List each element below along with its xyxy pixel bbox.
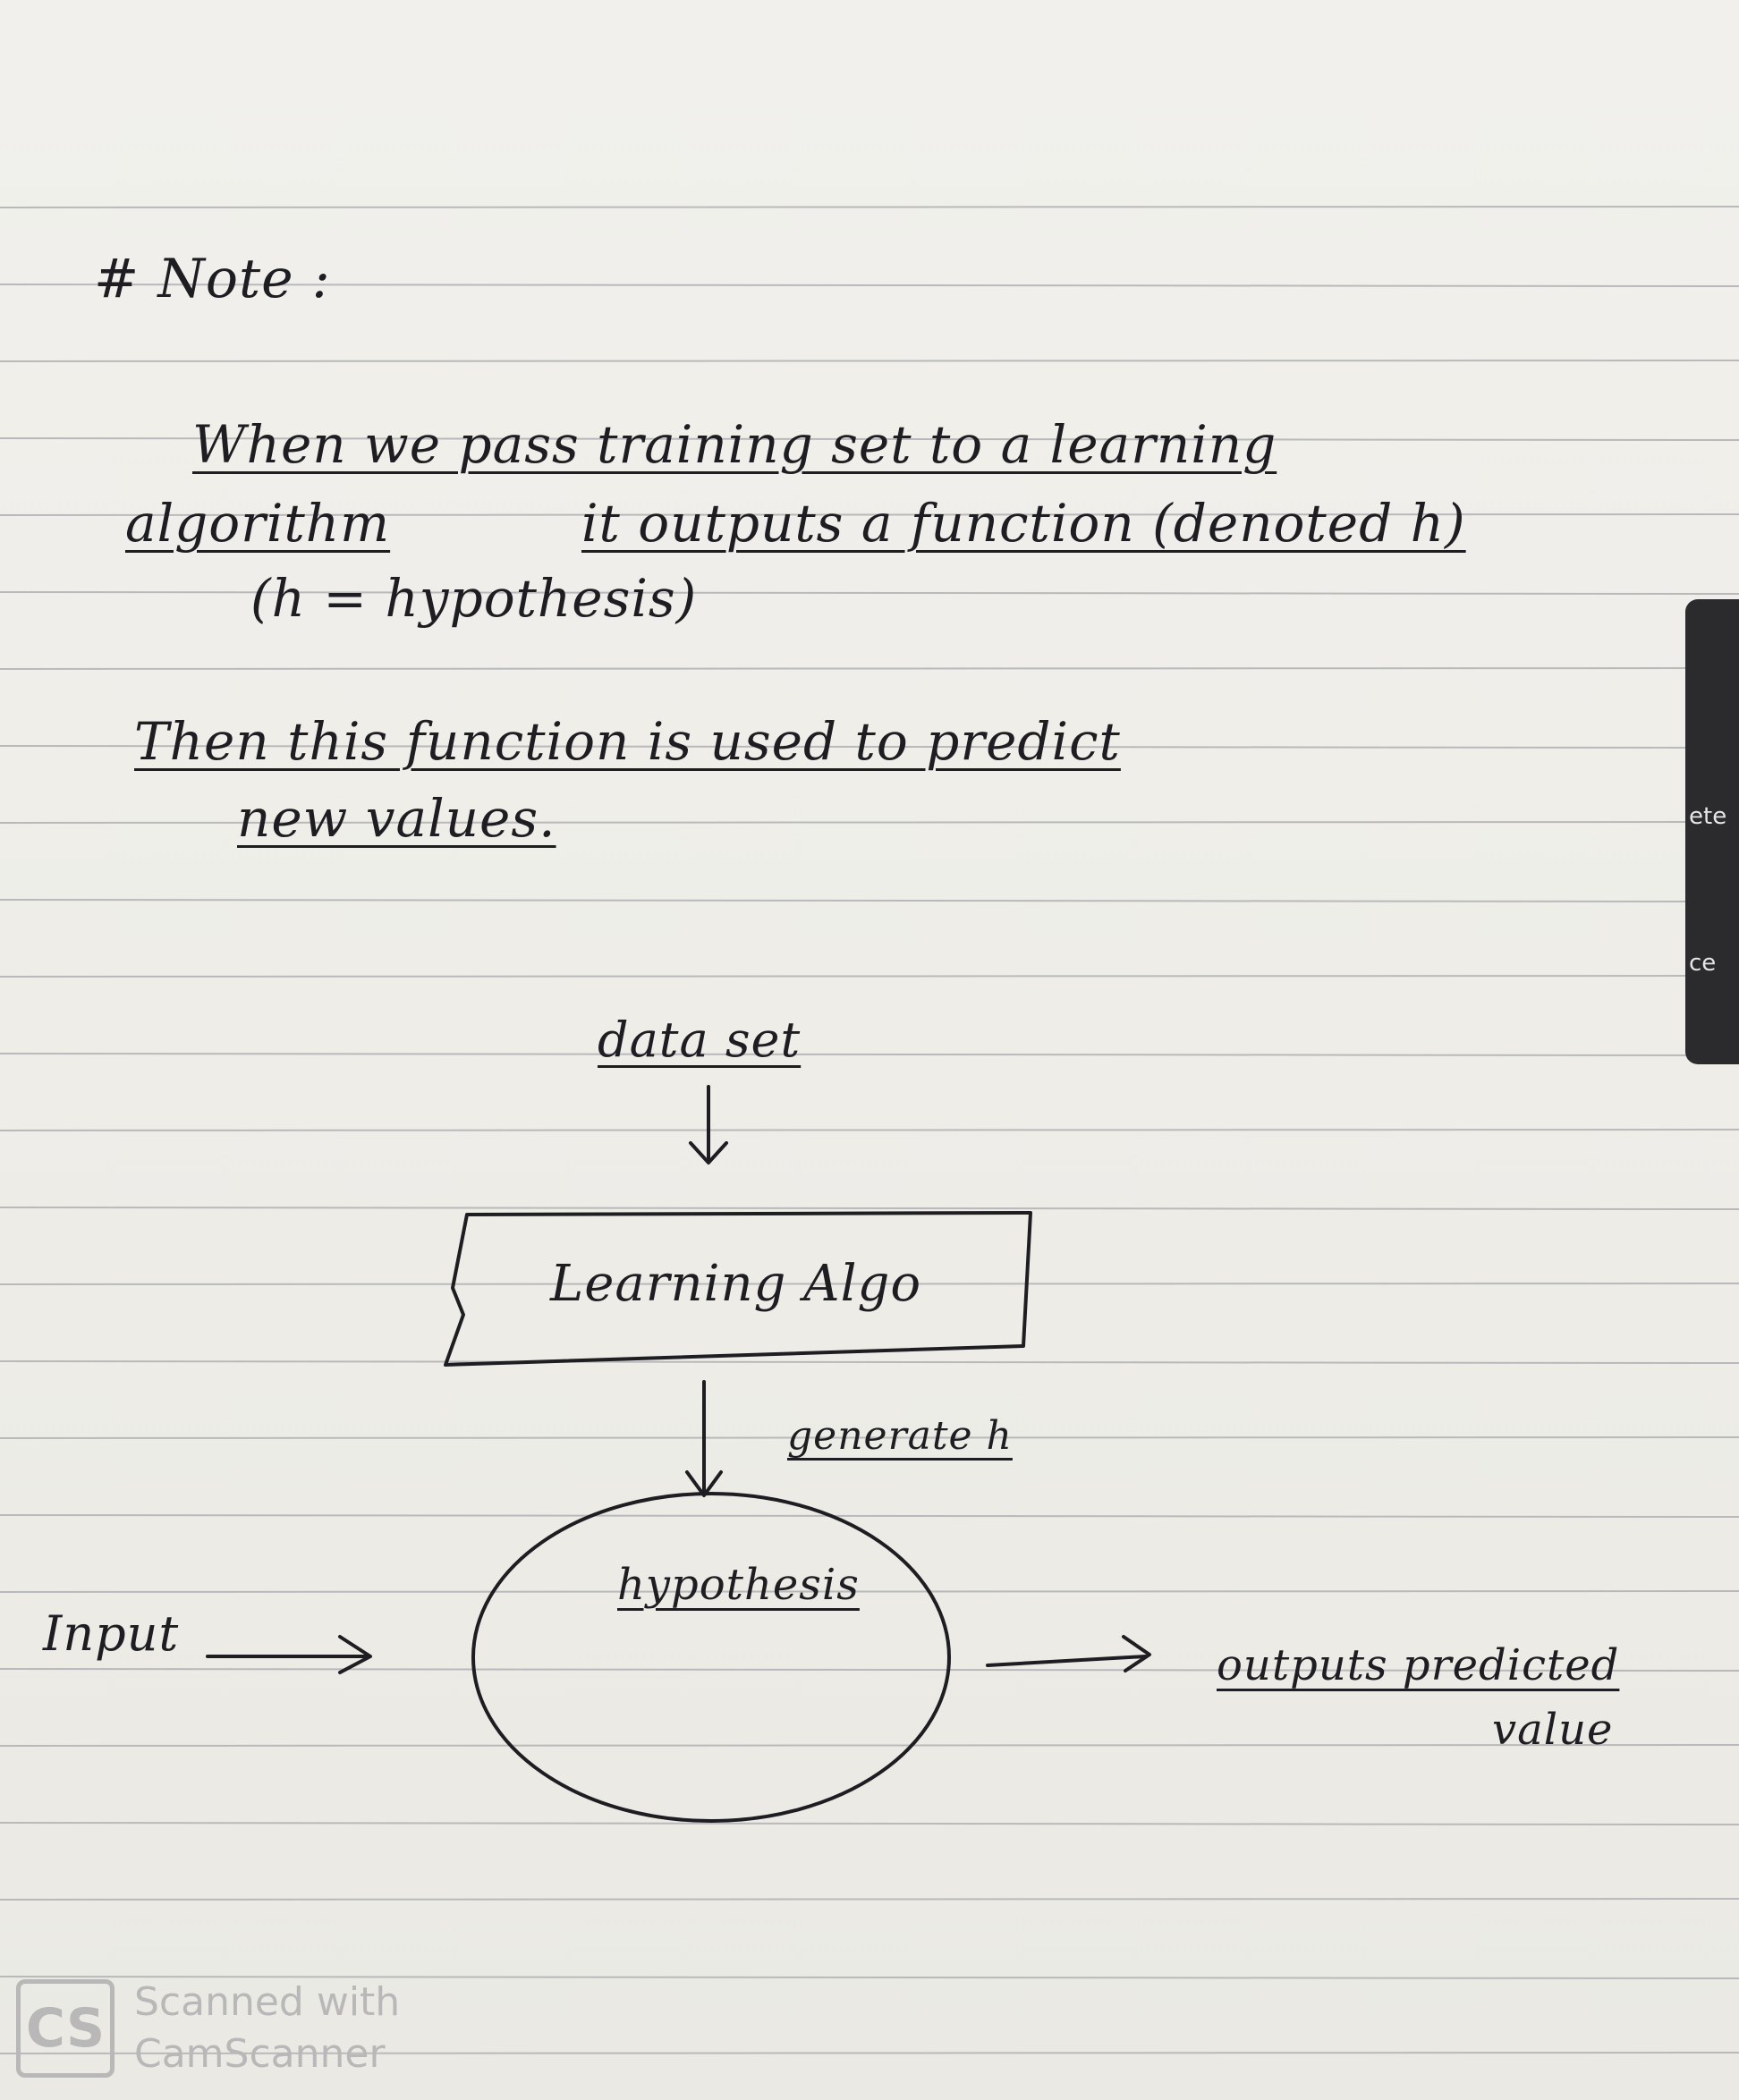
camscanner-watermark: CS Scanned with CamScanner [16,1977,400,2080]
watermark-line-1: Scanned with [134,1979,401,2025]
generate-label: generate h [787,1413,1013,1459]
input-label: Input [43,1605,180,1662]
learning-algo-label: Learning Algo [550,1255,922,1313]
output-arrow [986,1655,1147,1667]
flow-diagram [206,1085,1151,1823]
notebook-page: ete ce # Note : When we pass training se… [0,0,1739,2100]
output-label-1: outputs predicted [1217,1640,1620,1690]
watermark-line-2: CamScanner [134,2031,386,2077]
output-label-2: value [1492,1705,1614,1755]
camscanner-text: Scanned with CamScanner [134,1977,400,2080]
dataset-label: data set [598,1012,802,1068]
arrowhead [1122,1635,1151,1672]
camscanner-logo: CS [16,1979,115,2078]
hypothesis-ellipse [471,1492,951,1823]
hypothesis-label: hypothesis [617,1560,860,1610]
